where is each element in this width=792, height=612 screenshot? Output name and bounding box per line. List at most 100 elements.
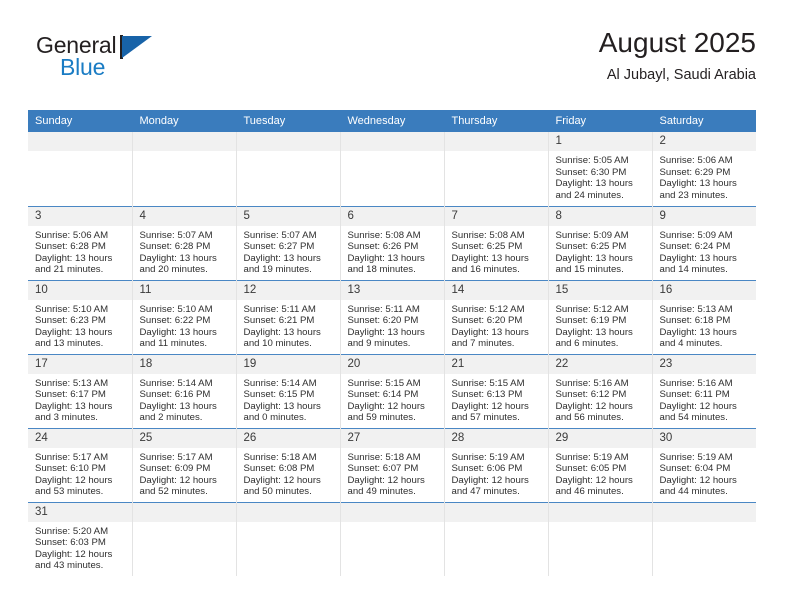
sunrise-text: Sunrise: 5:15 AM (347, 377, 421, 389)
daylight-text-line1: Daylight: 13 hours (555, 178, 633, 190)
calendar-day-cell[interactable]: 27 Sunrise: 5:18 AM Sunset: 6:07 PM Dayligh… (340, 427, 445, 502)
sunset-text: Sunset: 6:18 PM (659, 315, 731, 327)
daylight-text-line1: Daylight: 12 hours (243, 474, 321, 486)
daylight-text-line1: Daylight: 13 hours (139, 252, 217, 264)
calendar-day-cell[interactable]: 16 Sunrise: 5:13 AM Sunset: 6:18 PM Dayligh… (652, 279, 756, 354)
sunrise-text: Sunrise: 5:08 AM (347, 229, 421, 241)
calendar-table: Sunday Monday Tuesday Wednesday Thursday… (28, 110, 756, 576)
day-number: 1 (548, 132, 652, 151)
calendar-day-cell[interactable]: 5 Sunrise: 5:07 AM Sunset: 6:27 PM Daylight… (236, 205, 341, 280)
daylight-text-line2: and 23 minutes. (659, 189, 728, 201)
day-number: 20 (340, 354, 444, 374)
calendar-day-cell[interactable]: 21 Sunrise: 5:15 AM Sunset: 6:13 PM Dayligh… (444, 353, 549, 428)
calendar-day-cell[interactable]: 22 Sunrise: 5:16 AM Sunset: 6:12 PM Dayligh… (548, 353, 653, 428)
daylight-text-line2: and 59 minutes. (347, 412, 416, 424)
day-details: Sunrise: 5:08 AM Sunset: 6:25 PM Daylight:… (445, 226, 548, 276)
day-details: Sunrise: 5:18 AM Sunset: 6:08 PM Daylight:… (237, 448, 340, 498)
calendar-day-cell-empty (444, 132, 549, 206)
day-number: 3 (28, 206, 132, 226)
calendar-day-cell[interactable]: 28 Sunrise: 5:19 AM Sunset: 6:06 PM Dayligh… (444, 427, 549, 502)
calendar-day-cell[interactable]: 2 Sunrise: 5:06 AM Sunset: 6:29 PM Daylight… (652, 132, 756, 206)
page-subtitle: Al Jubayl, Saudi Arabia (606, 67, 756, 83)
sunset-text: Sunset: 6:25 PM (555, 241, 627, 253)
daylight-text-line1: Daylight: 12 hours (555, 400, 633, 412)
sunrise-text: Sunrise: 5:18 AM (347, 451, 421, 463)
calendar-day-cell[interactable]: 19 Sunrise: 5:14 AM Sunset: 6:15 PM Dayligh… (236, 353, 341, 428)
day-number: 27 (340, 428, 444, 448)
calendar-day-cell[interactable]: 9 Sunrise: 5:09 AM Sunset: 6:24 PM Daylight… (652, 205, 756, 280)
calendar-day-cell[interactable]: 24 Sunrise: 5:17 AM Sunset: 6:10 PM Dayligh… (28, 427, 133, 502)
calendar-day-cell[interactable]: 20 Sunrise: 5:15 AM Sunset: 6:14 PM Dayligh… (340, 353, 445, 428)
daylight-text-line1: Daylight: 13 hours (243, 400, 321, 412)
sunrise-text: Sunrise: 5:11 AM (347, 303, 420, 315)
calendar-day-cell[interactable]: 11 Sunrise: 5:10 AM Sunset: 6:22 PM Dayligh… (132, 279, 237, 354)
day-number (548, 502, 652, 522)
calendar-day-cell[interactable]: 1 Sunrise: 5:05 AM Sunset: 6:30 PM Daylight… (548, 132, 653, 206)
day-details: Sunrise: 5:08 AM Sunset: 6:26 PM Daylight:… (341, 226, 444, 276)
daylight-text-line2: and 52 minutes. (139, 486, 208, 498)
sunrise-text: Sunrise: 5:18 AM (243, 451, 317, 463)
day-details: Sunrise: 5:10 AM Sunset: 6:22 PM Daylight:… (133, 300, 236, 350)
page-header: General Blue August 2025 Al Jubayl, Saud… (30, 26, 756, 104)
day-details (445, 522, 548, 526)
day-details: Sunrise: 5:05 AM Sunset: 6:30 PM Daylight:… (549, 151, 652, 201)
sunrise-text: Sunrise: 5:09 AM (555, 229, 629, 241)
sunrise-text: Sunrise: 5:11 AM (243, 303, 316, 315)
calendar-day-cell[interactable]: 23 Sunrise: 5:16 AM Sunset: 6:11 PM Dayligh… (652, 353, 757, 428)
calendar-day-cell[interactable]: 30 Sunrise: 5:19 AM Sunset: 6:04 PM Dayligh… (652, 427, 756, 502)
page-title: August 2025 (598, 27, 756, 58)
calendar-day-cell[interactable]: 29 Sunrise: 5:19 AM Sunset: 6:05 PM Dayligh… (548, 427, 653, 502)
calendar-day-cell[interactable]: 4 Sunrise: 5:07 AM Sunset: 6:28 PM Daylight… (132, 205, 237, 280)
calendar-day-cell-empty (340, 132, 445, 206)
sunset-text: Sunset: 6:16 PM (139, 389, 211, 401)
daylight-text-line1: Daylight: 13 hours (451, 252, 529, 264)
day-number: 23 (652, 354, 756, 374)
calendar-page: General Blue August 2025 Al Jubayl, Saud… (0, 26, 792, 612)
brand-logo[interactable]: General Blue (36, 32, 186, 84)
day-details (549, 522, 652, 526)
day-number (28, 132, 132, 151)
daylight-text-line1: Daylight: 12 hours (451, 474, 529, 486)
daylight-text-line1: Daylight: 12 hours (35, 548, 113, 560)
calendar-day-cell[interactable]: 31 Sunrise: 5:20 AM Sunset: 6:03 PM Dayligh… (28, 501, 133, 576)
sunset-text: Sunset: 6:07 PM (347, 463, 419, 475)
sunset-text: Sunset: 6:06 PM (451, 463, 523, 475)
daylight-text-line2: and 14 minutes. (659, 264, 728, 276)
day-details: Sunrise: 5:15 AM Sunset: 6:13 PM Daylight:… (445, 374, 548, 424)
day-number (340, 132, 444, 151)
calendar-day-cell[interactable]: 8 Sunrise: 5:09 AM Sunset: 6:25 PM Daylight… (548, 205, 653, 280)
sunset-text: Sunset: 6:03 PM (35, 537, 106, 549)
daylight-text-line2: and 54 minutes. (659, 412, 728, 424)
calendar-day-cell[interactable]: 13 Sunrise: 5:11 AM Sunset: 6:20 PM Dayligh… (340, 279, 445, 354)
calendar-day-cell[interactable]: 12 Sunrise: 5:11 AM Sunset: 6:21 PM Dayligh… (236, 279, 341, 354)
day-details (133, 522, 236, 526)
day-number: 17 (28, 354, 132, 374)
calendar-day-cell-empty (28, 132, 133, 206)
calendar-day-cell[interactable]: 17 Sunrise: 5:13 AM Sunset: 6:17 PM Dayligh… (28, 353, 133, 428)
daylight-text-line1: Daylight: 13 hours (139, 400, 217, 412)
calendar-day-cell[interactable]: 6 Sunrise: 5:08 AM Sunset: 6:26 PM Daylight… (340, 205, 445, 280)
calendar-day-cell[interactable]: 15 Sunrise: 5:12 AM Sunset: 6:19 PM Dayligh… (548, 279, 653, 354)
daylight-text-line2: and 19 minutes. (243, 264, 312, 276)
calendar-day-cell[interactable]: 18 Sunrise: 5:14 AM Sunset: 6:16 PM Dayligh… (132, 353, 237, 428)
sunset-text: Sunset: 6:25 PM (451, 241, 523, 253)
day-details: Sunrise: 5:16 AM Sunset: 6:11 PM Daylight:… (653, 374, 757, 424)
day-number (132, 502, 236, 522)
weekday-header-thursday: Thursday (444, 110, 549, 132)
day-number: 8 (548, 206, 652, 226)
sunrise-text: Sunrise: 5:14 AM (243, 377, 317, 389)
sunrise-text: Sunrise: 5:10 AM (35, 303, 109, 315)
calendar-day-cell[interactable]: 10 Sunrise: 5:10 AM Sunset: 6:23 PM Dayligh… (28, 279, 133, 354)
calendar-day-cell[interactable]: 25 Sunrise: 5:17 AM Sunset: 6:09 PM Dayligh… (132, 427, 237, 502)
sunset-text: Sunset: 6:30 PM (555, 166, 627, 178)
daylight-text-line1: Daylight: 13 hours (35, 252, 113, 264)
day-number: 5 (236, 206, 340, 226)
title-block: August 2025 Al Jubayl, Saudi Arabia (599, 26, 756, 86)
calendar-day-cell[interactable]: 26 Sunrise: 5:18 AM Sunset: 6:08 PM Dayligh… (236, 427, 341, 502)
calendar-day-cell[interactable]: 14 Sunrise: 5:12 AM Sunset: 6:20 PM Dayligh… (444, 279, 549, 354)
daylight-text-line2: and 3 minutes. (35, 412, 98, 424)
calendar-day-cell[interactable]: 7 Sunrise: 5:08 AM Sunset: 6:25 PM Daylight… (444, 205, 549, 280)
sunrise-text: Sunrise: 5:19 AM (555, 451, 629, 463)
calendar-day-cell[interactable]: 3 Sunrise: 5:06 AM Sunset: 6:28 PM Daylight… (28, 205, 133, 280)
daylight-text-line2: and 47 minutes. (451, 486, 520, 498)
